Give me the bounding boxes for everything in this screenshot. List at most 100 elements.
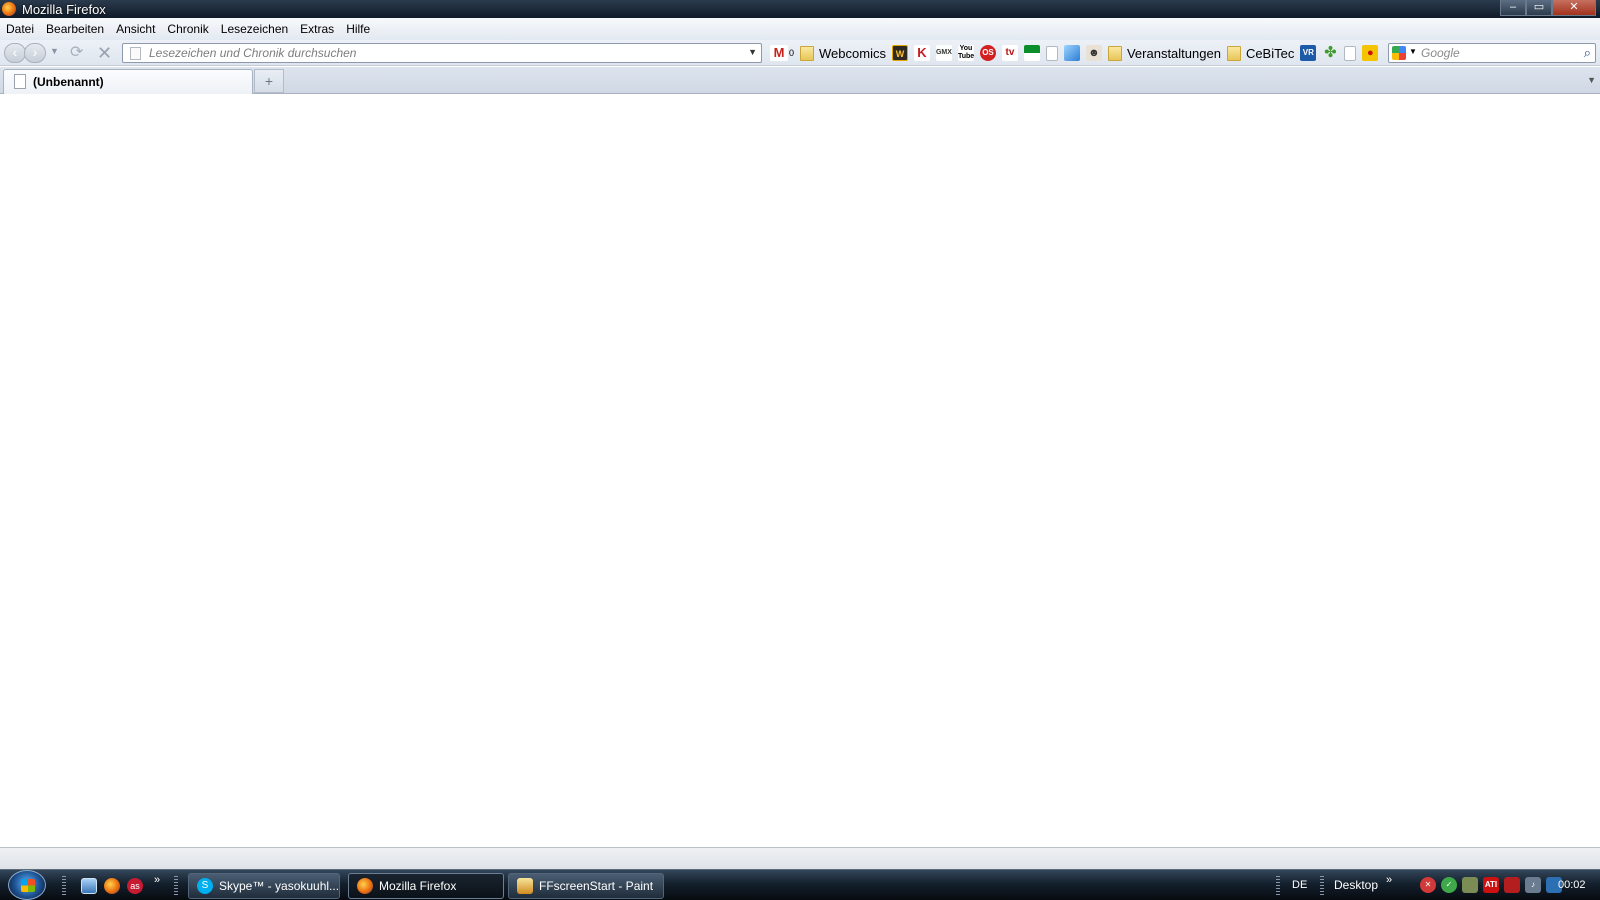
menu-lesezeichen[interactable]: Lesezeichen (215, 22, 294, 36)
page-icon (130, 47, 141, 60)
ati-icon[interactable]: ATI (1483, 877, 1499, 893)
url-input[interactable] (149, 45, 729, 61)
quicklaunch-more-icon[interactable]: » (154, 874, 160, 886)
network-people-icon[interactable] (1462, 877, 1478, 893)
desktop-more-icon[interactable]: » (1386, 874, 1392, 886)
vr-bank-icon: VR (1300, 45, 1317, 61)
toolbar-grip[interactable] (174, 876, 178, 896)
kicker-icon: K (913, 45, 930, 61)
menu-datei[interactable]: Datei (0, 22, 40, 36)
windows-logo-icon (21, 879, 35, 892)
menu-chronik[interactable]: Chronik (161, 22, 214, 36)
bookmark-tv[interactable]: tv (1001, 45, 1018, 61)
paint-icon (517, 878, 533, 894)
bookmark-folder-cebitec[interactable]: CeBiTec (1226, 45, 1295, 61)
blue-square-icon (1063, 45, 1080, 61)
bookmark-page-2[interactable] (1344, 45, 1357, 61)
toolbar-grip[interactable] (1320, 876, 1324, 896)
engine-dropdown-icon[interactable]: ▼ (1409, 47, 1417, 56)
task-firefox[interactable]: Mozilla Firefox (348, 873, 504, 899)
menu-bearbeiten[interactable]: Bearbeiten (40, 22, 110, 36)
back-arrow-icon: ‹ (12, 44, 18, 60)
task-paint[interactable]: FFscreenStart - Paint (508, 873, 664, 899)
url-dropdown-icon[interactable]: ▼ (748, 47, 757, 57)
toolbar-grip[interactable] (1276, 876, 1280, 896)
page-icon (1344, 45, 1357, 61)
bookmark-folder-webcomics[interactable]: Webcomics (800, 45, 886, 61)
tab-bar: (Unbenannt) + ▼ (0, 67, 1600, 94)
search-input[interactable] (1421, 45, 1571, 61)
bookmark-folder-veranstaltungen[interactable]: Veranstaltungen (1107, 45, 1221, 61)
bookmark-label: CeBiTec (1245, 45, 1295, 61)
bookmark-person[interactable]: ☻ (1085, 45, 1102, 61)
menu-ansicht[interactable]: Ansicht (110, 22, 161, 36)
check-icon[interactable]: ✓ (1441, 877, 1457, 893)
reload-button[interactable]: ⟳ (70, 43, 88, 63)
page-icon (1045, 45, 1058, 61)
audioscrobbler-icon[interactable]: as (127, 878, 143, 894)
reload-icon: ⟳ (70, 44, 84, 61)
menu-hilfe[interactable]: Hilfe (340, 22, 376, 36)
title-bar: Mozilla Firefox – ▭ ✕ (0, 0, 1600, 18)
yellow-logo-icon: ● (1362, 45, 1379, 61)
stop-button[interactable]: ✕ (97, 43, 115, 63)
search-icon[interactable]: ⌕ (1584, 45, 1591, 61)
security-icon[interactable]: ✕ (1420, 877, 1436, 893)
url-bar: ▼ (122, 43, 762, 63)
volume-icon[interactable]: ♪ (1525, 877, 1541, 893)
bookmark-os[interactable]: OS (979, 45, 996, 61)
bookmarks-toolbar: M0 Webcomics W K GMX You Tube OS tv ☻ Ve… (770, 43, 1384, 63)
google-icon[interactable] (1392, 46, 1406, 60)
bookmark-yellow[interactable]: ● (1362, 45, 1379, 61)
skype-icon: S (197, 878, 213, 894)
tab-list-dropdown-icon[interactable]: ▼ (1587, 75, 1596, 85)
bookmark-page[interactable] (1045, 45, 1058, 61)
gmail-icon: M (770, 45, 788, 61)
page-icon (14, 74, 26, 89)
forward-button[interactable]: › (24, 43, 46, 63)
close-button[interactable]: ✕ (1552, 0, 1596, 16)
page-content[interactable] (0, 95, 1600, 847)
system-tray: ✕ ✓ ATI ♪ (1420, 877, 1567, 893)
history-dropdown-icon[interactable]: ▼ (50, 46, 59, 56)
stop-icon: ✕ (97, 43, 113, 63)
window-title: Mozilla Firefox (22, 1, 106, 17)
desktop-toolbar[interactable]: Desktop (1334, 878, 1378, 892)
os-icon: OS (979, 45, 996, 61)
bookmark-wikipedia[interactable]: W (891, 45, 908, 61)
menu-extras[interactable]: Extras (294, 22, 340, 36)
bookmark-kicker[interactable]: K (913, 45, 930, 61)
firefox-icon (357, 878, 373, 894)
language-indicator[interactable]: DE (1292, 879, 1307, 891)
bookmark-gmail[interactable]: M0 (770, 45, 794, 61)
start-button[interactable] (8, 870, 46, 900)
bookmark-vr[interactable]: VR (1300, 45, 1317, 61)
bookmark-green[interactable] (1023, 45, 1040, 61)
maximize-button[interactable]: ▭ (1526, 0, 1552, 16)
puzzle-icon: ✤ (1324, 44, 1337, 61)
task-label: Mozilla Firefox (379, 879, 457, 893)
back-button[interactable]: ‹ (4, 43, 26, 63)
antivirus-icon[interactable] (1504, 877, 1520, 893)
status-bar (0, 847, 1600, 869)
task-label: FFscreenStart - Paint (539, 879, 654, 893)
clock[interactable]: 00:02 (1558, 879, 1586, 891)
firefox-logo-icon (2, 2, 16, 16)
task-skype[interactable]: S Skype™ - yasokuuhl... (188, 873, 340, 899)
person-icon: ☻ (1085, 45, 1102, 61)
bookmark-blue[interactable] (1063, 45, 1080, 61)
firefox-quicklaunch-icon[interactable] (104, 878, 120, 894)
bookmark-label: Veranstaltungen (1126, 45, 1221, 61)
toolbar-grip[interactable] (62, 876, 66, 896)
bookmark-gmx[interactable]: GMX (935, 45, 952, 61)
minimize-button[interactable]: – (1500, 0, 1526, 16)
tab-unbenannt[interactable]: (Unbenannt) (3, 69, 253, 94)
task-label: Skype™ - yasokuuhl... (219, 879, 339, 893)
bookmark-youtube[interactable]: You Tube (957, 45, 974, 61)
navigation-toolbar: ‹ › ▼ ⟳ ✕ ▼ M0 Webcomics W K GMX You Tub… (0, 40, 1600, 66)
new-tab-button[interactable]: + (254, 69, 284, 93)
show-desktop-icon[interactable] (81, 878, 97, 894)
bookmark-puzzle[interactable]: ✤ (1322, 45, 1338, 61)
search-bar: ▼ ⌕ (1388, 43, 1596, 63)
green-flag-icon (1023, 45, 1040, 61)
